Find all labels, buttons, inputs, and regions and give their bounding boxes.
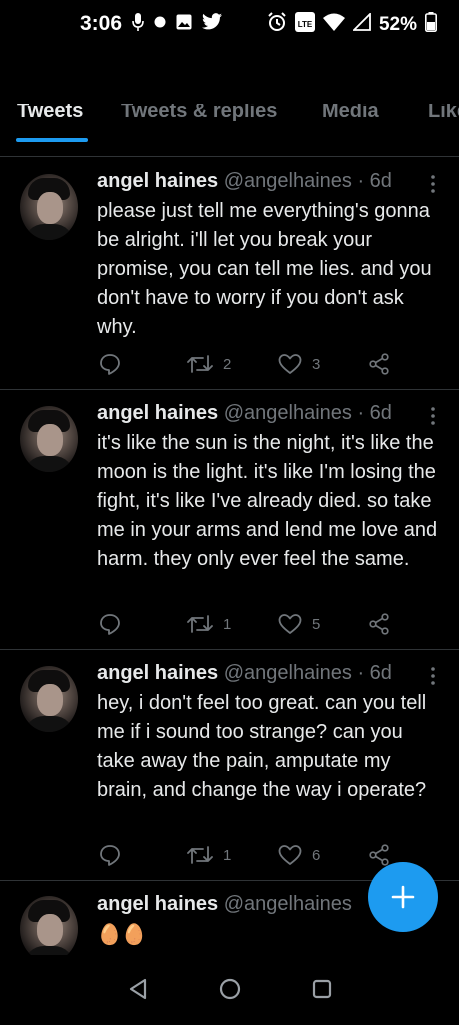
volte-icon: LTE [294,12,315,37]
tweet-text: it's like the sun is the night, it's lik… [97,432,438,570]
share-icon [369,844,389,866]
system-navigation-bar [0,955,459,1025]
retweet-button[interactable]: 1 [187,613,231,635]
microphone-icon [132,12,144,36]
tweet-header: angel haines @angelhaines · 6d [97,662,392,685]
tweet-text: hey, i don't feel too great. can you tel… [97,692,427,801]
tweet-header: angel haines @angelhaines [97,893,352,916]
reply-icon [100,354,120,375]
status-bar: 3:06 LTE 52% [0,0,459,52]
like-button[interactable]: 3 [278,353,320,375]
author-handle[interactable]: @angelhaines [224,170,352,192]
tweet-actions: 1 5 [97,613,427,637]
reply-button[interactable] [99,613,121,635]
tweet[interactable]: angel haines @angelhaines · 6d it's like… [0,390,459,649]
tweet[interactable]: angel haines @angelhaines · 6d please ju… [0,157,459,389]
compose-tweet-button[interactable] [368,862,438,932]
wifi-icon [322,13,345,36]
reply-button[interactable] [99,844,121,866]
active-tab-indicator [16,138,88,142]
image-icon [176,14,192,35]
author-name[interactable]: angel haines [97,402,218,424]
triangle-back-icon [129,978,147,1000]
retweet-button[interactable]: 2 [187,353,231,375]
tweet-time: · 6d [357,170,392,192]
profile-tabs: Tweets Tweets & replies Media Likes [0,98,459,156]
twitter-bird-icon [202,13,223,35]
reply-icon [100,845,120,866]
reply-icon [100,614,120,635]
retweet-count: 2 [223,355,232,373]
share-button[interactable] [368,353,390,375]
tabs-mask [0,52,459,104]
share-button[interactable] [368,613,390,635]
like-count: 6 [312,846,321,864]
author-name[interactable]: angel haines [97,893,218,915]
tweet-header: angel haines @angelhaines · 6d [97,170,392,193]
reply-button[interactable] [99,353,121,375]
retweet-button[interactable]: 1 [187,844,231,866]
retweet-count: 1 [223,846,232,864]
avatar[interactable] [20,666,78,732]
tweet[interactable]: angel haines @angelhaines · 6d hey, i do… [0,650,459,880]
tweet-menu-icon[interactable] [427,666,439,686]
retweet-icon [187,355,213,373]
like-count: 5 [312,615,321,633]
like-count: 3 [312,355,321,373]
tweet-actions: 2 3 [97,353,427,377]
tweet-menu-icon[interactable] [427,406,439,426]
retweet-count: 1 [223,615,232,633]
square-recents-icon [312,979,332,999]
heart-icon [278,354,302,374]
share-icon [369,353,389,375]
alarm-icon [267,12,287,37]
signal-icon [351,11,371,36]
share-icon [369,613,389,635]
like-button[interactable]: 5 [278,613,320,635]
nav-home-button[interactable] [218,977,242,1006]
nav-back-button[interactable] [127,977,149,1006]
author-handle[interactable]: @angelhaines [224,893,352,915]
dot-icon [154,15,166,33]
status-time: 3:06 [80,12,123,35]
tweet-time: · 6d [357,402,392,424]
circle-home-icon [219,978,241,1000]
retweet-icon [187,615,213,633]
heart-icon [278,845,302,865]
avatar[interactable] [20,174,78,240]
like-button[interactable]: 6 [278,844,320,866]
tweet-time: · 6d [357,662,392,684]
author-name[interactable]: angel haines [97,170,218,192]
author-handle[interactable]: @angelhaines [224,402,352,424]
nav-recents-button[interactable] [311,977,333,1006]
author-name[interactable]: angel haines [97,662,218,684]
battery-percent: 52% [378,13,417,35]
tweet-menu-icon[interactable] [427,174,439,194]
svg-text:LTE: LTE [298,20,313,29]
retweet-icon [187,846,213,864]
author-handle[interactable]: @angelhaines [224,662,352,684]
tweet-text: please just tell me everything's gonna b… [97,200,432,338]
avatar[interactable] [20,896,78,955]
tweet-actions: 1 6 [97,844,427,868]
avatar[interactable] [20,406,78,472]
plus-icon [391,885,415,909]
tweet-header: angel haines @angelhaines · 6d [97,402,392,425]
heart-icon [278,614,302,634]
battery-icon [425,12,437,37]
share-button[interactable] [368,844,390,866]
